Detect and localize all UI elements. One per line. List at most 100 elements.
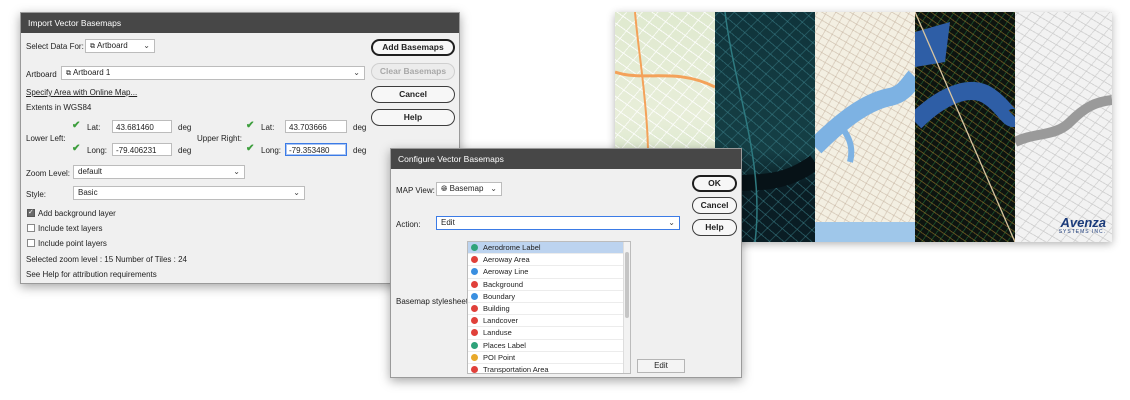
select-data-dropdown[interactable]: ⧉ Artboard ⌄: [85, 39, 155, 53]
list-item-label: Building: [483, 303, 510, 313]
select-data-value: Artboard: [96, 41, 128, 50]
upper-right-label: Upper Right:: [197, 134, 242, 143]
artboard-value: Artboard 1: [72, 68, 111, 77]
scrollbar-thumb[interactable]: [625, 252, 629, 318]
chevron-down-icon: ⌄: [490, 184, 497, 193]
configure-vector-basemaps-dialog: Configure Vector Basemaps MAP View: 🌐︎ B…: [390, 148, 742, 378]
import-dialog-title: Import Vector Basemaps: [21, 13, 459, 33]
list-item[interactable]: Aerodrome Label: [468, 242, 630, 255]
ur-lat-input[interactable]: 43.703666: [285, 120, 347, 133]
list-item-label: Aeroway Line: [483, 267, 529, 277]
preview-night-style: [915, 12, 1015, 242]
clear-basemaps-button[interactable]: Clear Basemaps: [371, 63, 455, 80]
stylesheet-label: Basemap stylesheet:: [396, 297, 471, 306]
include-text-label: Include text layers: [38, 224, 103, 233]
style-value: Basic: [78, 188, 98, 197]
zoom-info-text: Selected zoom level : 15 Number of Tiles…: [26, 255, 187, 264]
ur-long-deg-label: deg: [353, 146, 367, 155]
globe-icon: 🌐︎: [441, 184, 450, 193]
list-item-label: POI Point: [483, 352, 516, 362]
list-item[interactable]: POI Point: [468, 352, 630, 364]
palette-icon: [471, 280, 478, 288]
add-background-checkbox[interactable]: [27, 208, 35, 217]
ll-long-deg-label: deg: [178, 146, 192, 155]
lat-valid-check-icon: ✔: [72, 120, 81, 131]
list-item-label: Aeroway Area: [483, 255, 530, 265]
ll-long-input[interactable]: -79.406231: [112, 143, 172, 156]
lower-left-label: Lower Left:: [26, 134, 66, 143]
list-item-label: Background: [483, 279, 524, 289]
ll-lat-input[interactable]: 43.681460: [112, 120, 172, 133]
include-point-label: Include point layers: [38, 239, 107, 248]
action-label: Action:: [396, 220, 421, 229]
list-item-label: Aerodrome Label: [483, 243, 541, 252]
palette-icon: [471, 329, 478, 337]
action-dropdown[interactable]: Edit ⌄: [436, 216, 680, 230]
ll-long-label: Long:: [87, 146, 108, 155]
palette-icon: [471, 353, 478, 361]
list-item-label: Places Label: [483, 340, 526, 350]
artboard-label: Artboard: [26, 70, 57, 79]
chevron-down-icon: ⌄: [143, 41, 150, 50]
list-item-label: Landcover: [483, 316, 519, 326]
include-point-checkbox[interactable]: [27, 239, 35, 247]
map-view-label: MAP View:: [396, 186, 435, 195]
artboard-dropdown[interactable]: ⧉ Artboard 1 ⌄: [61, 66, 365, 80]
ur-lat-deg-label: deg: [353, 123, 367, 132]
ok-button[interactable]: OK: [692, 175, 737, 192]
cancel-button[interactable]: Cancel: [371, 86, 455, 103]
palette-icon: [471, 256, 478, 264]
ur-long-label: Long:: [261, 146, 282, 155]
artboard-icon: ⧉: [90, 43, 97, 50]
palette-icon: [471, 341, 478, 349]
add-basemaps-button[interactable]: Add Basemaps: [371, 39, 455, 56]
lat-valid-check-icon: ✔: [246, 120, 255, 131]
map-view-value: Basemap: [449, 184, 484, 193]
palette-icon: [471, 292, 478, 300]
list-item[interactable]: Landcover: [468, 315, 630, 328]
list-item[interactable]: Aeroway Area: [468, 254, 630, 267]
long-valid-check-icon: ✔: [246, 143, 255, 154]
palette-icon: [471, 365, 478, 373]
edit-button[interactable]: Edit: [637, 359, 685, 373]
preview-pastel-style: [815, 12, 915, 242]
list-item[interactable]: Background: [468, 279, 630, 291]
logo-subtext: SYSTEMS INC.: [1058, 229, 1106, 235]
list-item-label: Boundary: [483, 291, 516, 301]
logo-text: Avenza: [1060, 215, 1106, 230]
ll-lat-deg-label: deg: [178, 123, 192, 132]
long-valid-check-icon: ✔: [72, 143, 81, 154]
ur-lat-label: Lat:: [261, 123, 275, 132]
include-text-checkbox[interactable]: [27, 224, 35, 232]
zoom-level-label: Zoom Level:: [26, 169, 71, 178]
palette-icon: [471, 244, 478, 251]
map-view-dropdown[interactable]: 🌐︎ Basemap ⌄: [436, 182, 502, 196]
list-scrollbar[interactable]: [623, 242, 630, 373]
artboard-icon: ⧉: [66, 70, 73, 77]
help-button[interactable]: Help: [692, 219, 737, 236]
ur-long-input[interactable]: -79.353480: [285, 143, 347, 156]
palette-icon: [471, 317, 478, 325]
cancel-button[interactable]: Cancel: [692, 197, 737, 214]
chevron-down-icon: ⌄: [353, 68, 360, 77]
list-item[interactable]: Transportation Area: [468, 364, 630, 373]
list-item[interactable]: Building: [468, 303, 630, 316]
list-item[interactable]: Aeroway Line: [468, 266, 630, 279]
help-button[interactable]: Help: [371, 109, 455, 126]
action-value: Edit: [441, 218, 455, 227]
style-dropdown[interactable]: Basic ⌄: [73, 186, 305, 200]
list-item-label: Landuse: [483, 328, 512, 338]
stylesheet-layer-list[interactable]: Aerodrome Label Aeroway Area Aeroway Line B…: [467, 241, 631, 374]
zoom-level-value: default: [78, 167, 103, 176]
chevron-down-icon: ⌄: [293, 188, 300, 197]
specify-area-link[interactable]: Specify Area with Online Map...: [26, 88, 137, 97]
zoom-level-dropdown[interactable]: default ⌄: [73, 165, 245, 179]
chevron-down-icon: ⌄: [233, 167, 240, 176]
chevron-down-icon: ⌄: [668, 218, 675, 227]
list-item[interactable]: Landuse: [468, 327, 630, 340]
palette-icon: [471, 304, 478, 312]
extents-label: Extents in WGS84: [26, 103, 92, 112]
list-item[interactable]: Places Label: [468, 340, 630, 352]
list-item[interactable]: Boundary: [468, 291, 630, 303]
select-data-label: Select Data For:: [26, 42, 84, 51]
